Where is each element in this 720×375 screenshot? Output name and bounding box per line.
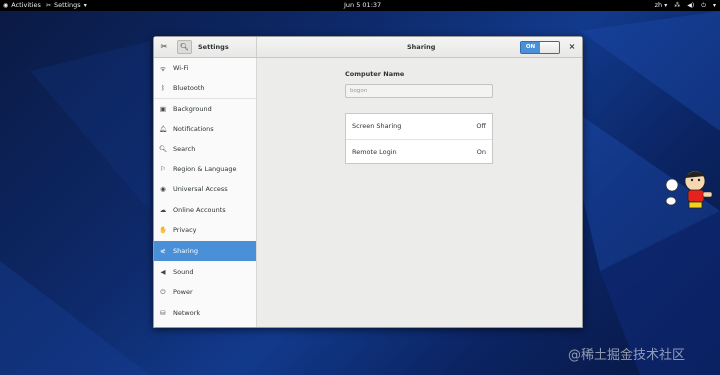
volume-icon: ◀) xyxy=(687,2,695,9)
settings-window: ✂ 🔍︎ Settings Sharing ON × ᯤ Wi-Fi ᛒ Blu… xyxy=(153,36,583,328)
sidebar: ᯤ Wi-Fi ᛒ Bluetooth ▣ Background 🔔︎ Noti… xyxy=(154,58,257,327)
app-title: Settings xyxy=(198,43,229,51)
sidebar-item-label: Region & Language xyxy=(173,165,237,173)
sidebar-item-power[interactable]: ⏻ Power xyxy=(154,282,256,302)
sidebar-item-bluetooth[interactable]: ᛒ Bluetooth xyxy=(154,78,256,98)
region-icon: ⚐ xyxy=(160,165,166,173)
system-tray[interactable]: zh ▾ ⁂ ◀) ⏻ ▾ xyxy=(655,0,716,11)
chevron-down-icon: ▾ xyxy=(712,2,716,9)
sidebar-item-sound[interactable]: ◀ Sound xyxy=(154,262,256,282)
sidebar-item-sharing[interactable]: ⋞ Sharing xyxy=(154,241,256,261)
sidebar-item-label: Wi-Fi xyxy=(173,64,189,72)
universal-access-icon: ◉ xyxy=(160,185,166,193)
background-icon: ▣ xyxy=(159,105,167,113)
privacy-icon: ✋ xyxy=(159,226,168,234)
wifi-icon: ᯤ xyxy=(160,64,166,73)
input-method-label: zh xyxy=(654,1,663,9)
sharing-services-list: Screen Sharing Off Remote Login On xyxy=(345,113,493,164)
sidebar-item-online-accounts[interactable]: ☁ Online Accounts xyxy=(154,200,256,220)
notifications-icon: 🔔︎ xyxy=(159,125,168,133)
remote-login-row[interactable]: Remote Login On xyxy=(346,140,492,165)
toggle-on-label: ON xyxy=(521,42,540,53)
fedora-logo-icon: ◉ xyxy=(3,2,9,9)
network-icon: ⁂ xyxy=(674,2,681,9)
search-icon: 🔍︎ xyxy=(159,145,168,153)
sound-icon: ◀ xyxy=(160,268,166,276)
sidebar-item-label: Sound xyxy=(173,268,194,276)
watermark-text: @稀土掘金技术社区 xyxy=(568,348,686,363)
sidebar-item-label: Bluetooth xyxy=(173,84,205,92)
search-button[interactable]: 🔍︎ xyxy=(177,40,192,54)
online-accounts-icon: ☁ xyxy=(159,206,167,214)
sidebar-item-network[interactable]: ⛁ Network xyxy=(154,303,256,323)
sidebar-item-privacy[interactable]: ✋ Privacy xyxy=(154,220,256,240)
power-icon: ⏻ xyxy=(701,2,706,9)
input-method-indicator[interactable]: zh ▾ xyxy=(655,0,668,11)
activities-button[interactable]: ◉ Activities xyxy=(3,0,41,11)
activities-label: Activities xyxy=(11,1,41,9)
sidebar-item-background[interactable]: ▣ Background xyxy=(154,99,256,119)
row-label: Screen Sharing xyxy=(352,122,402,130)
sharing-toggle[interactable]: ON xyxy=(520,41,560,54)
sidebar-item-label: Power xyxy=(173,288,193,296)
row-status: Off xyxy=(476,122,486,130)
app-menu-label: Settings xyxy=(54,1,81,9)
sidebar-item-region[interactable]: ⚐ Region & Language xyxy=(154,159,256,179)
sidebar-item-notifications[interactable]: 🔔︎ Notifications xyxy=(154,119,256,139)
app-menu-button[interactable]: ✂ Settings ▾ xyxy=(46,0,87,11)
tools-icon[interactable]: ✂ xyxy=(158,41,170,53)
top-bar: ◉ Activities ✂ Settings ▾ Jun 5 01:37 zh… xyxy=(0,0,720,11)
screen-sharing-row[interactable]: Screen Sharing Off xyxy=(346,114,492,139)
search-icon: 🔍︎ xyxy=(180,43,189,51)
close-button[interactable]: × xyxy=(567,41,577,53)
power-icon: ⏻ xyxy=(160,287,166,296)
row-status: On xyxy=(476,148,486,156)
sidebar-item-label: Background xyxy=(173,105,212,113)
clock[interactable]: Jun 5 01:37 xyxy=(344,0,381,11)
computer-name-label: Computer Name xyxy=(345,70,405,78)
sidebar-item-label: Privacy xyxy=(173,226,197,234)
settings-tools-icon: ✂ xyxy=(46,2,52,9)
sharing-icon: ⋞ xyxy=(160,247,166,255)
sidebar-item-universal-access[interactable]: ◉ Universal Access xyxy=(154,179,256,199)
sidebar-item-label: Network xyxy=(173,309,201,317)
chevron-down-icon: ▾ xyxy=(83,2,87,9)
sidebar-item-label: Search xyxy=(173,145,196,153)
cartoon-character-sticker xyxy=(665,170,713,209)
header-bar: ✂ 🔍︎ Settings Sharing ON × xyxy=(154,37,582,58)
header-divider xyxy=(256,37,257,57)
sidebar-item-search[interactable]: 🔍︎ Search xyxy=(154,139,256,159)
sidebar-item-label: Online Accounts xyxy=(173,206,226,214)
computer-name-field[interactable] xyxy=(345,84,493,98)
toggle-knob[interactable] xyxy=(540,42,559,53)
row-label: Remote Login xyxy=(352,148,397,156)
chevron-down-icon: ▾ xyxy=(664,2,668,9)
sharing-panel: Computer Name Screen Sharing Off Remote … xyxy=(257,58,582,327)
panel-title: Sharing xyxy=(407,43,436,51)
sidebar-item-wifi[interactable]: ᯤ Wi-Fi xyxy=(154,58,256,78)
sidebar-item-label: Notifications xyxy=(173,125,214,133)
network-icon: ⛁ xyxy=(160,309,166,317)
bluetooth-icon: ᛒ xyxy=(161,84,165,92)
sidebar-item-label: Universal Access xyxy=(173,185,228,193)
sidebar-item-label: Sharing xyxy=(173,247,198,255)
